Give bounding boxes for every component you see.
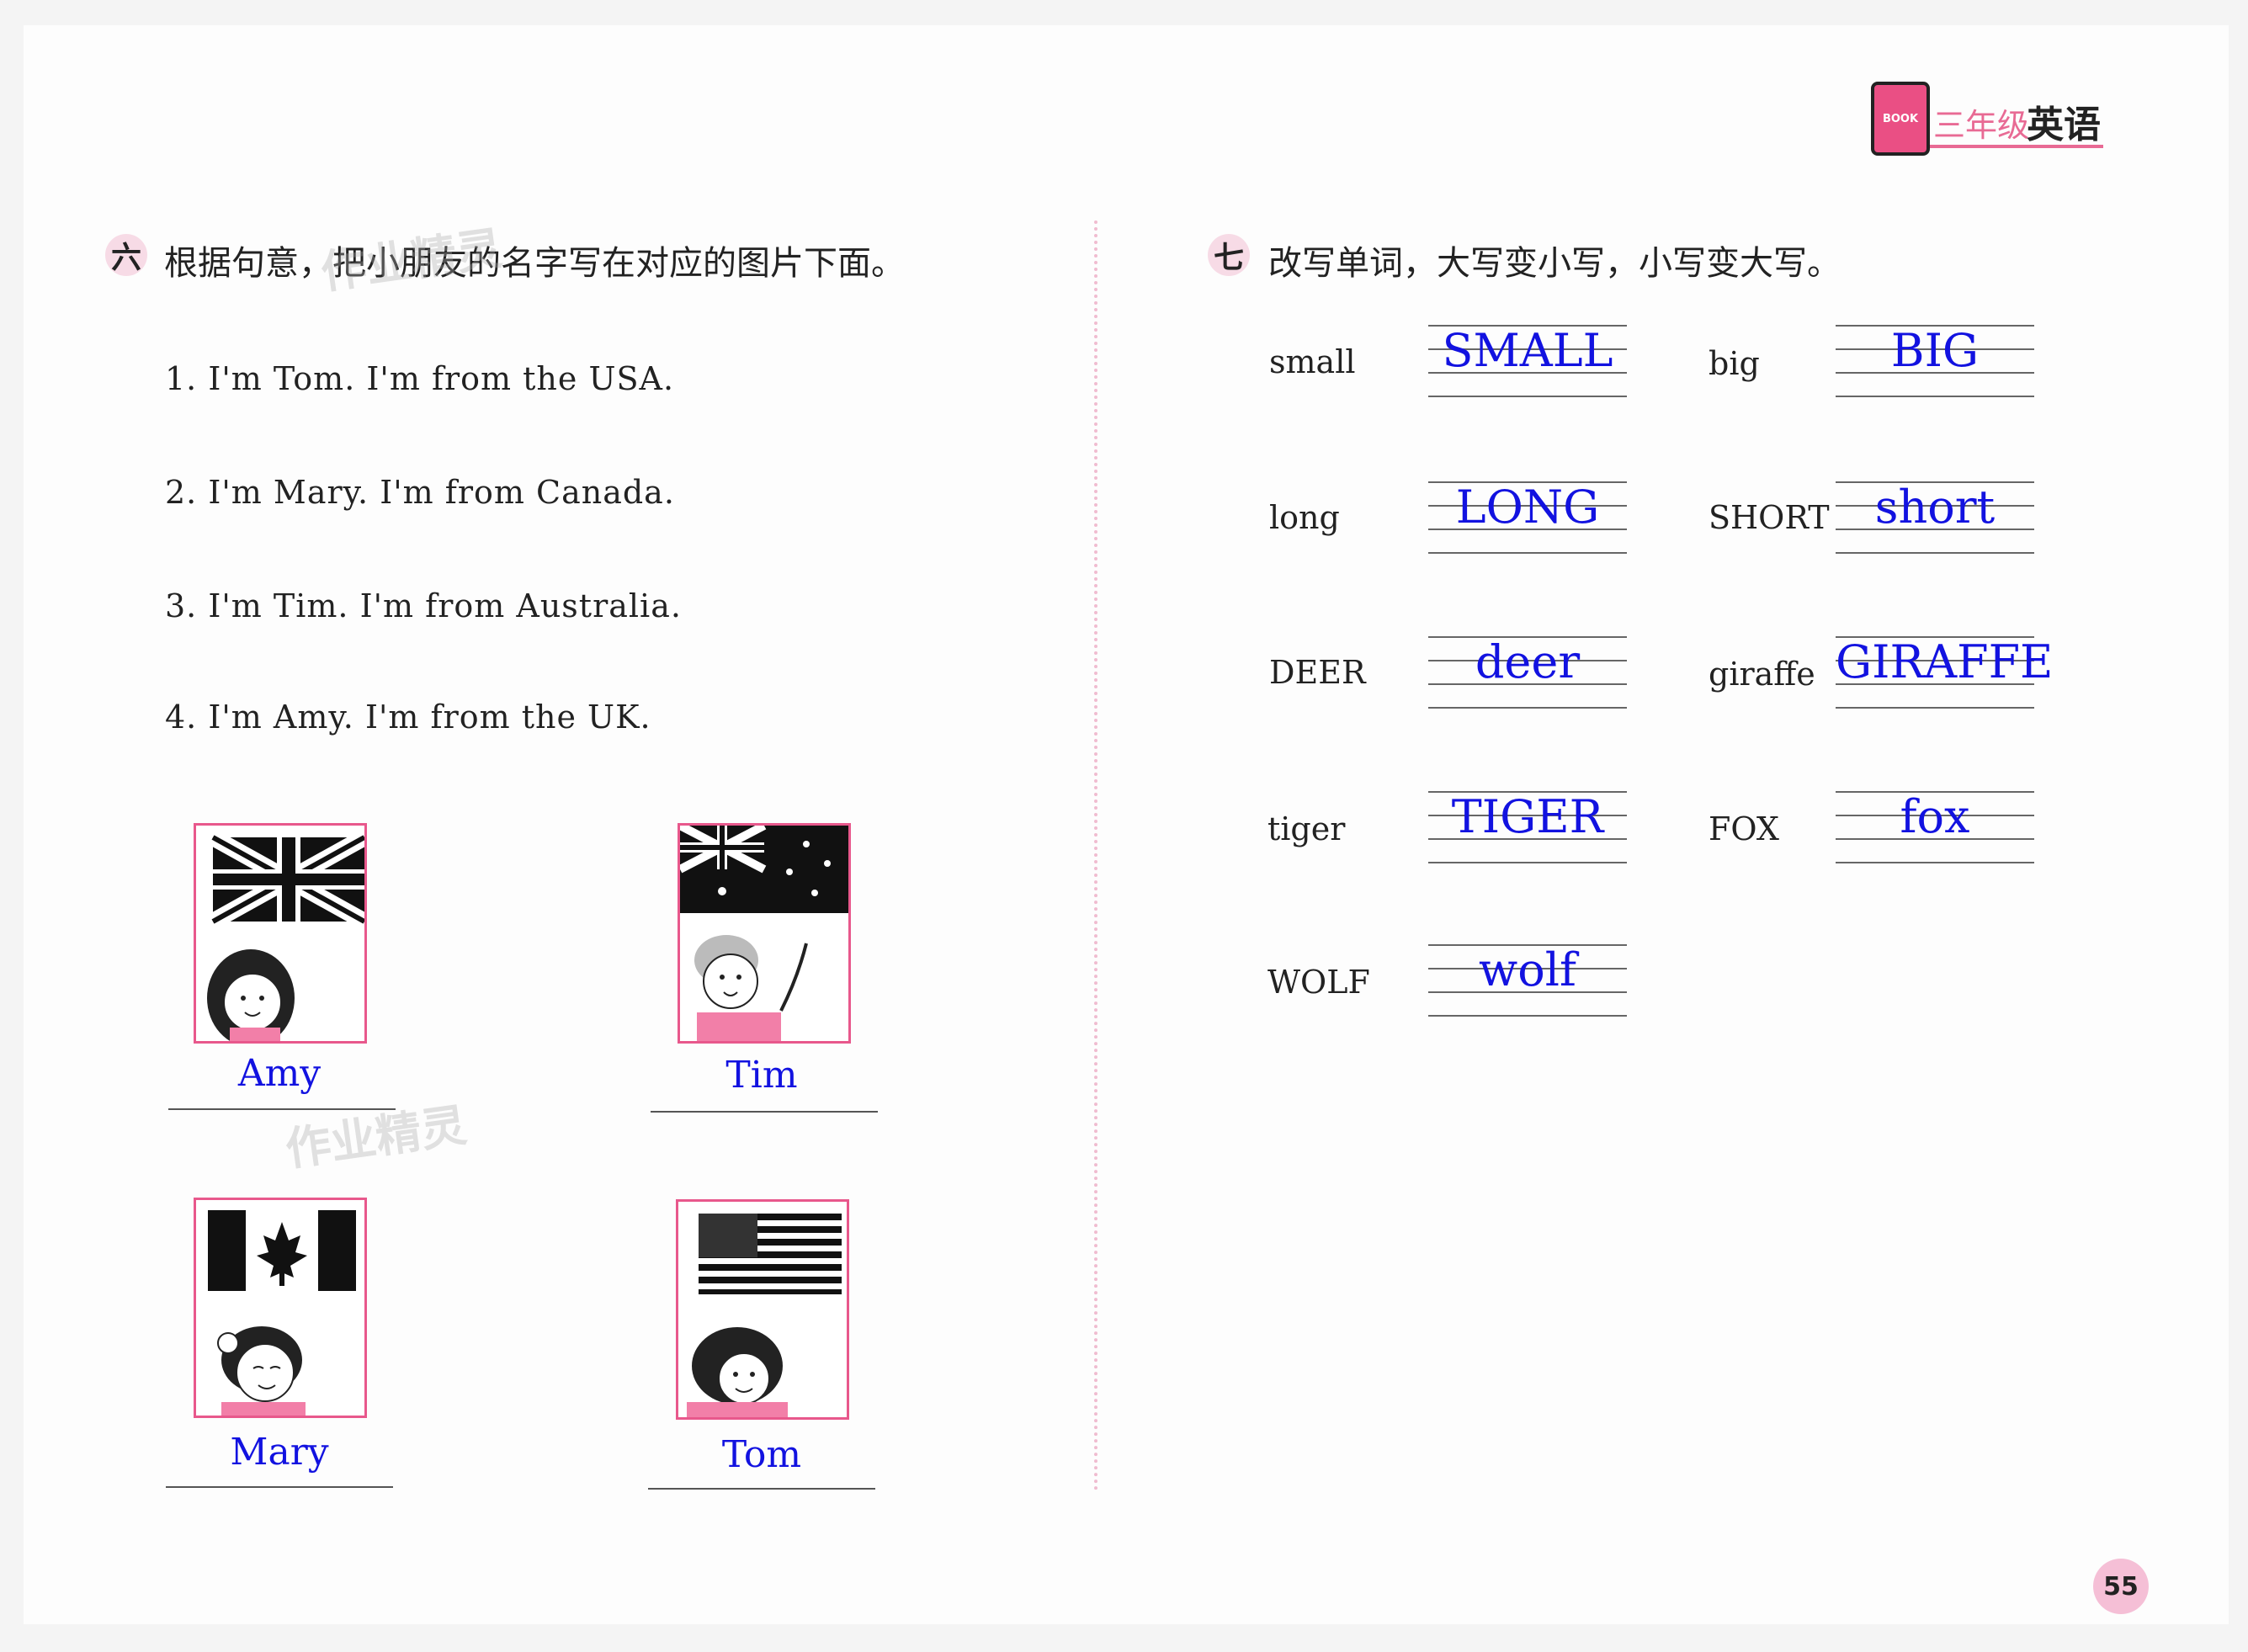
answer-line-3[interactable] <box>166 1486 393 1488</box>
answer-fox: fox <box>1900 790 1970 843</box>
sentence-4: 4. I'm Amy. I'm from the UK. <box>165 699 651 736</box>
answer-wolf: wolf <box>1479 943 1576 996</box>
book-icon: BOOK <box>1871 82 1930 156</box>
answer-lines-big[interactable]: BIG <box>1836 324 2034 397</box>
center-divider <box>1094 220 1097 1491</box>
uk-flag-icon <box>207 830 364 1041</box>
answer-lines-fox[interactable]: fox <box>1836 790 2034 863</box>
answer-lines-wolf[interactable]: wolf <box>1428 943 1627 1017</box>
word-short: SHORT <box>1709 499 1830 536</box>
word-deer: DEER <box>1269 654 1366 691</box>
answer-tom: Tom <box>721 1433 802 1476</box>
answer-lines-long[interactable]: LONG <box>1428 481 1627 554</box>
answer-short: short <box>1874 481 1996 534</box>
answer-amy: Amy <box>237 1052 322 1095</box>
sentence-3: 3. I'm Tim. I'm from Australia. <box>165 587 682 624</box>
picture-card-mary <box>194 1198 367 1418</box>
sentence-2: 2. I'm Mary. I'm from Canada. <box>165 474 675 511</box>
answer-tiger: TIGER <box>1451 790 1604 843</box>
word-long: long <box>1269 499 1340 536</box>
header-grade: 三年级 <box>1933 107 2030 144</box>
answer-giraffe: GIRAFFE <box>1836 635 2054 688</box>
word-tiger: tiger <box>1267 810 1346 847</box>
answer-small: SMALL <box>1442 324 1613 377</box>
answer-lines-deer[interactable]: deer <box>1428 635 1627 709</box>
answer-deer: deer <box>1475 635 1581 688</box>
canada-flag-icon <box>208 1210 356 1416</box>
answer-long: LONG <box>1455 481 1600 534</box>
answer-lines-giraffe[interactable]: GIRAFFE <box>1836 635 2054 709</box>
answer-line-4[interactable] <box>648 1488 875 1490</box>
picture-card-amy <box>194 823 367 1044</box>
word-small: small <box>1269 343 1356 380</box>
answer-mary: Mary <box>230 1431 329 1474</box>
book-badge-text: BOOK <box>1882 112 1919 125</box>
answer-lines-short[interactable]: short <box>1836 481 2034 554</box>
word-giraffe: giraffe <box>1709 656 1815 693</box>
sentence-1: 1. I'm Tom. I'm from the USA. <box>165 360 675 397</box>
answer-lines-small[interactable]: SMALL <box>1428 324 1627 397</box>
answer-tim: Tim <box>725 1054 798 1097</box>
picture-card-tim <box>678 823 851 1044</box>
answer-big: BIG <box>1890 324 1980 377</box>
header-subject: 英语 <box>2027 104 2101 146</box>
picture-card-tom <box>676 1199 849 1420</box>
answer-lines-tiger[interactable]: TIGER <box>1428 790 1627 863</box>
usa-flag-icon <box>687 1214 842 1417</box>
word-big: big <box>1709 345 1760 382</box>
word-wolf: WOLF <box>1267 964 1370 1001</box>
section7-title: 改写单词，大写变小写，小写变大写。 <box>1268 244 1841 283</box>
australia-flag-icon <box>680 826 848 1041</box>
section6-number: 六 <box>105 234 147 276</box>
page-number: 55 <box>2093 1559 2149 1614</box>
header-underline <box>1930 145 2103 148</box>
section7-number: 七 <box>1208 234 1250 276</box>
answer-line-2[interactable] <box>651 1111 878 1113</box>
section6-title: 根据句意，把小朋友的名字写在对应的图片下面。 <box>164 244 905 283</box>
word-fox: FOX <box>1709 810 1779 847</box>
